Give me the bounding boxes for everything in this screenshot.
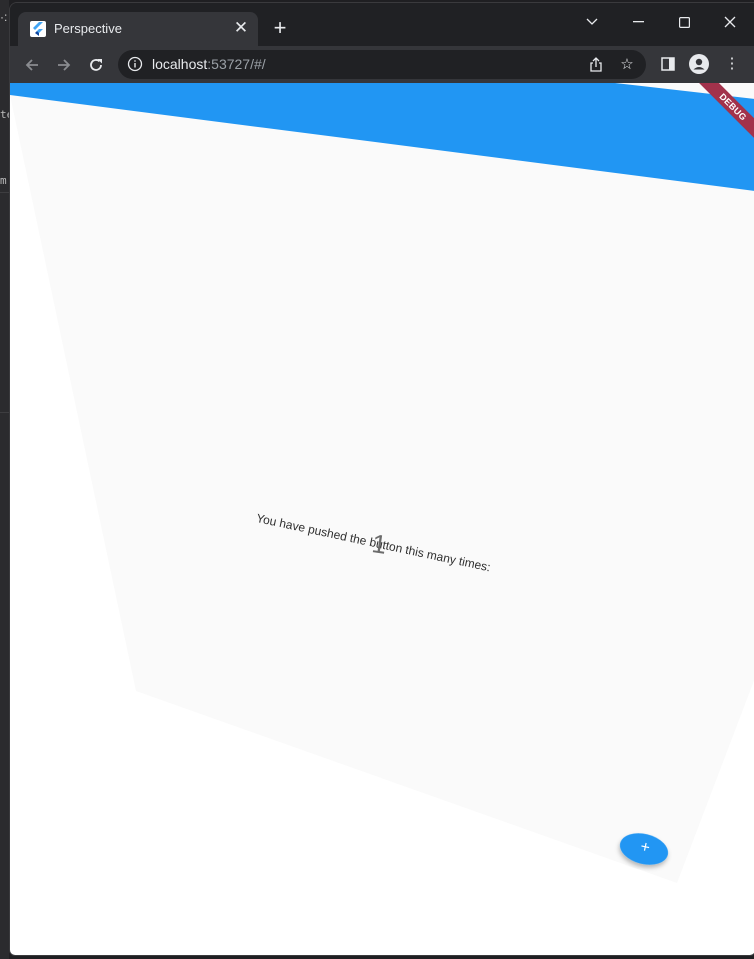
background-window-dots: ·: <box>0 10 8 24</box>
page-viewport: DEBUG You have pushed the button this ma… <box>10 83 754 955</box>
side-panel-icon[interactable] <box>658 54 678 74</box>
arrow-right-icon[interactable] <box>50 50 78 78</box>
browser-tab-active[interactable]: Perspective ✕ <box>18 12 258 46</box>
profile-icon[interactable] <box>689 54 709 75</box>
minimize-icon[interactable] <box>618 7 658 35</box>
chevron-down-icon[interactable] <box>572 7 612 35</box>
url-rest: :53727/#/ <box>207 56 266 72</box>
background-divider <box>0 412 9 413</box>
close-icon[interactable]: ✕ <box>230 17 252 39</box>
browser-toolbar: localhost:53727/#/ ☆ ⋮ <box>10 46 754 83</box>
address-bar[interactable]: localhost:53727/#/ ☆ <box>118 50 646 79</box>
share-icon[interactable] <box>586 55 606 75</box>
reload-icon[interactable] <box>82 50 110 78</box>
tab-title: Perspective <box>54 21 122 36</box>
background-text-fragment: m <box>0 174 7 187</box>
maximize-icon[interactable] <box>664 7 704 35</box>
browser-window: Perspective ✕ + localhost:53727/#/ ☆ ⋮ D… <box>9 2 754 956</box>
plus-icon[interactable]: + <box>268 16 292 40</box>
url-host: localhost <box>152 56 208 72</box>
kebab-menu-icon[interactable]: ⋮ <box>722 54 742 74</box>
tab-strip: Perspective ✕ + <box>10 3 754 46</box>
star-icon[interactable]: ☆ <box>617 55 637 75</box>
info-icon[interactable] <box>127 56 143 72</box>
background-divider <box>0 192 9 193</box>
background-window: ·: te m <box>0 0 13 959</box>
arrow-left-icon[interactable] <box>18 50 46 78</box>
perspective-canvas <box>10 83 754 883</box>
url-text[interactable]: localhost:53727/#/ <box>152 56 266 72</box>
page-surface <box>10 83 754 883</box>
flutter-icon <box>30 21 46 37</box>
close-window-icon[interactable] <box>710 7 750 35</box>
